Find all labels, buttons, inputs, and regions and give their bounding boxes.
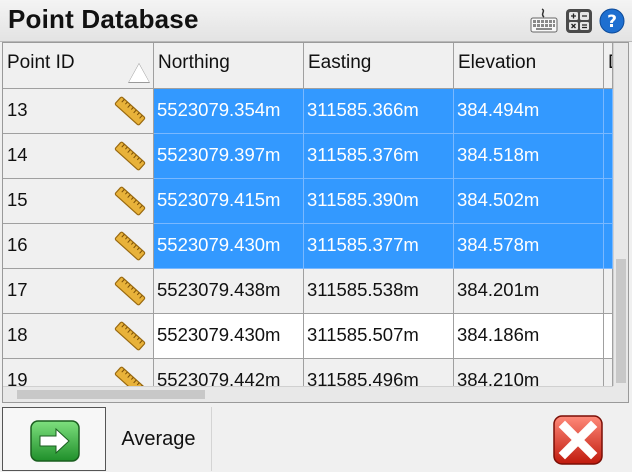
horizontal-scrollbar[interactable] (3, 386, 613, 402)
d-cell[interactable] (604, 134, 613, 179)
easting-cell[interactable]: 311585.507m (304, 314, 454, 359)
easting-cell[interactable]: 311585.377m (304, 224, 454, 269)
easting-cell[interactable]: 311585.366m (304, 89, 454, 134)
ruler-icon[interactable] (113, 184, 147, 218)
table-row[interactable]: 16 5523079.430m 311585.377m 384.578m (3, 224, 613, 269)
horizontal-scroll-thumb[interactable] (17, 390, 205, 399)
table-row[interactable]: 13 5523079.354m 311585.366m 384.494m (3, 89, 613, 134)
elevation-cell[interactable]: 384.494m (454, 89, 604, 134)
point-id-cell[interactable]: 13 (3, 89, 154, 134)
ruler-icon[interactable] (113, 94, 147, 128)
elevation-cell[interactable]: 384.578m (454, 224, 604, 269)
northing-cell[interactable]: 5523079.438m (154, 269, 304, 314)
elevation-cell[interactable]: 384.518m (454, 134, 604, 179)
d-cell[interactable] (604, 224, 613, 269)
red-x-icon (553, 415, 603, 465)
point-id-cell[interactable]: 18 (3, 314, 154, 359)
northing-cell[interactable]: 5523079.354m (154, 89, 304, 134)
northing-cell[interactable]: 5523079.397m (154, 134, 304, 179)
next-button[interactable] (2, 407, 106, 471)
table-row[interactable]: 15 5523079.415m 311585.390m 384.502m (3, 179, 613, 224)
column-header-northing[interactable]: Northing (154, 43, 304, 89)
d-cell[interactable] (604, 269, 613, 314)
point-id-cell[interactable]: 16 (3, 224, 154, 269)
table-row[interactable]: 14 5523079.397m 311585.376m 384.518m (3, 134, 613, 179)
northing-cell[interactable]: 5523079.430m (154, 314, 304, 359)
easting-cell[interactable]: 311585.538m (304, 269, 454, 314)
easting-cell[interactable]: 311585.376m (304, 134, 454, 179)
ruler-icon[interactable] (113, 139, 147, 173)
vertical-scrollbar[interactable] (613, 43, 628, 386)
table-row[interactable]: 17 5523079.438m 311585.538m 384.201m (3, 269, 613, 314)
point-id-cell[interactable]: 14 (3, 134, 154, 179)
d-cell[interactable] (604, 314, 613, 359)
d-cell[interactable] (604, 179, 613, 224)
svg-text:?: ? (607, 12, 617, 32)
average-button[interactable]: Average (106, 407, 212, 471)
point-table: Point ID Northing Easting Elevation D 13… (2, 42, 629, 403)
elevation-cell[interactable]: 384.201m (454, 269, 604, 314)
ruler-icon[interactable] (113, 274, 147, 308)
column-header-point-id[interactable]: Point ID (3, 43, 154, 89)
cancel-button[interactable] (526, 407, 632, 471)
column-header-easting[interactable]: Easting (304, 43, 454, 89)
ruler-icon[interactable] (113, 229, 147, 263)
table-row[interactable]: 18 5523079.430m 311585.507m 384.186m (3, 314, 613, 359)
vertical-scroll-thumb[interactable] (616, 259, 626, 383)
bottom-bar: Average (0, 405, 632, 472)
green-arrow-icon (30, 420, 80, 462)
keyboard-icon[interactable] (530, 8, 558, 34)
sort-ascending-icon (128, 63, 150, 83)
calculator-icon[interactable] (565, 8, 593, 34)
page-title: Point Database (8, 4, 199, 34)
elevation-cell[interactable]: 384.502m (454, 179, 604, 224)
column-header-d[interactable]: D (604, 43, 613, 89)
column-header-elevation[interactable]: Elevation (454, 43, 604, 89)
point-id-cell[interactable]: 15 (3, 179, 154, 224)
ruler-icon[interactable] (113, 319, 147, 353)
elevation-cell[interactable]: 384.186m (454, 314, 604, 359)
title-bar: Point Database ? (0, 0, 632, 42)
northing-cell[interactable]: 5523079.430m (154, 224, 304, 269)
help-icon[interactable]: ? (598, 8, 626, 34)
northing-cell[interactable]: 5523079.415m (154, 179, 304, 224)
d-cell[interactable] (604, 89, 613, 134)
point-id-cell[interactable]: 17 (3, 269, 154, 314)
scroll-corner (613, 386, 628, 402)
easting-cell[interactable]: 311585.390m (304, 179, 454, 224)
